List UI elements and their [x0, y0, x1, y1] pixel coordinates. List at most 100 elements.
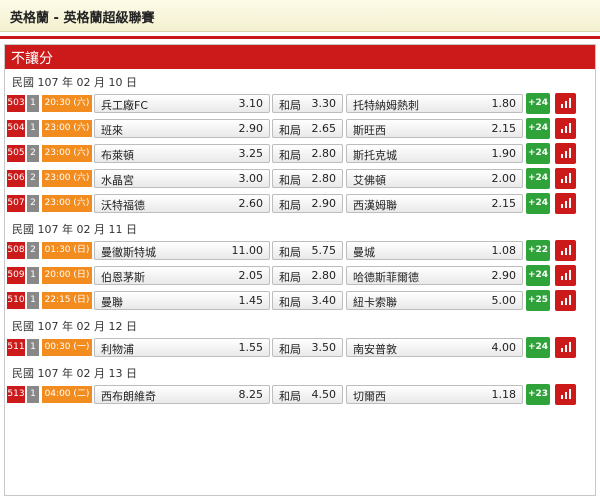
- draw-label: 和局: [279, 99, 301, 112]
- draw-odds-button[interactable]: 和局 2.80: [272, 266, 343, 285]
- more-bets-button[interactable]: +24: [526, 265, 550, 286]
- home-win-odds-button[interactable]: 布萊頓 3.25: [94, 144, 270, 163]
- more-bets-button[interactable]: +23: [526, 384, 550, 405]
- away-odds: 1.08: [491, 244, 517, 257]
- draw-odds-button[interactable]: 和局 2.80: [272, 144, 343, 163]
- home-odds: 8.25: [238, 388, 264, 401]
- away-odds: 1.90: [491, 147, 517, 160]
- more-bets-button[interactable]: +24: [526, 193, 550, 214]
- home-odds: 2.90: [238, 122, 264, 135]
- away-win-odds-button[interactable]: 斯托克城 1.90: [346, 144, 523, 163]
- draw-odds-button[interactable]: 和局 2.80: [272, 169, 343, 188]
- stats-button[interactable]: [555, 118, 576, 139]
- home-team: 利物浦: [101, 343, 134, 356]
- draw-label: 和局: [279, 199, 301, 212]
- home-win-odds-button[interactable]: 伯恩茅斯 2.05: [94, 266, 270, 285]
- home-win-odds-button[interactable]: 利物浦 1.55: [94, 338, 270, 357]
- league-badge: 1: [27, 95, 39, 112]
- away-odds: 1.18: [491, 388, 517, 401]
- away-odds: 1.80: [491, 97, 517, 110]
- home-team: 沃特福德: [101, 199, 145, 212]
- match-number: 507: [7, 195, 25, 212]
- page-header: 英格蘭 - 英格蘭超級聯賽: [0, 0, 600, 32]
- away-win-odds-button[interactable]: 斯旺西 2.15: [346, 119, 523, 138]
- away-team: 切爾西: [353, 390, 386, 403]
- more-bets-button[interactable]: +24: [526, 93, 550, 114]
- bar-chart-icon: [555, 270, 576, 280]
- stats-button[interactable]: [555, 168, 576, 189]
- home-team: 曼聯: [101, 296, 123, 309]
- match-row: 507 2 23:00 (六) 沃特福德 2.60 和局 2.90 西漢姆聯 2…: [5, 191, 595, 216]
- more-bets-button[interactable]: +24: [526, 118, 550, 139]
- kickoff-time: 20:00 (日): [42, 267, 92, 284]
- more-bets-button[interactable]: +24: [526, 143, 550, 164]
- draw-odds-button[interactable]: 和局 3.50: [272, 338, 343, 357]
- draw-odds-button[interactable]: 和局 2.65: [272, 119, 343, 138]
- kickoff-time: 23:00 (六): [42, 120, 92, 137]
- kickoff-time: 00:30 (一): [42, 339, 92, 356]
- away-win-odds-button[interactable]: 艾佛頓 2.00: [346, 169, 523, 188]
- away-win-odds-button[interactable]: 哈德斯菲爾德 2.90: [346, 266, 523, 285]
- away-win-odds-button[interactable]: 西漢姆聯 2.15: [346, 194, 523, 213]
- date-heading: 民國 107 年 02 月 13 日: [12, 367, 137, 380]
- stats-button[interactable]: [555, 143, 576, 164]
- away-odds: 2.15: [491, 197, 517, 210]
- league-badge: 2: [27, 170, 39, 187]
- kickoff-time: 20:30 (六): [42, 95, 92, 112]
- away-team: 曼城: [353, 246, 375, 259]
- league-badge: 1: [27, 386, 39, 403]
- draw-odds-button[interactable]: 和局 5.75: [272, 241, 343, 260]
- away-team: 斯旺西: [353, 124, 386, 137]
- kickoff-time: 23:00 (六): [42, 145, 92, 162]
- home-win-odds-button[interactable]: 水晶宮 3.00: [94, 169, 270, 188]
- away-odds: 2.00: [491, 172, 517, 185]
- stats-button[interactable]: [555, 240, 576, 261]
- home-odds: 1.55: [238, 341, 264, 354]
- draw-odds: 5.75: [311, 244, 337, 257]
- panel-header: 不讓分: [5, 45, 595, 69]
- more-bets-button[interactable]: +24: [526, 168, 550, 189]
- draw-odds: 3.30: [311, 97, 337, 110]
- more-bets-button[interactable]: +24: [526, 337, 550, 358]
- match-row: 513 1 04:00 (二) 西布朗維奇 8.25 和局 4.50 切爾西 1…: [5, 382, 595, 407]
- bar-chart-icon: [555, 389, 576, 399]
- stats-button[interactable]: [555, 290, 576, 311]
- more-bets-button[interactable]: +22: [526, 240, 550, 261]
- league-badge: 1: [27, 292, 39, 309]
- match-number: 510: [7, 292, 25, 309]
- home-win-odds-button[interactable]: 曼徹斯特城 11.00: [94, 241, 270, 260]
- home-team: 伯恩茅斯: [101, 271, 145, 284]
- more-bets-button[interactable]: +25: [526, 290, 550, 311]
- stats-button[interactable]: [555, 193, 576, 214]
- home-win-odds-button[interactable]: 沃特福德 2.60: [94, 194, 270, 213]
- match-row: 504 1 23:00 (六) 班來 2.90 和局 2.65 斯旺西 2.15…: [5, 116, 595, 141]
- bar-chart-icon: [555, 173, 576, 183]
- draw-label: 和局: [279, 246, 301, 259]
- match-number: 506: [7, 170, 25, 187]
- home-win-odds-button[interactable]: 曼聯 1.45: [94, 291, 270, 310]
- stats-button[interactable]: [555, 337, 576, 358]
- away-win-odds-button[interactable]: 曼城 1.08: [346, 241, 523, 260]
- away-win-odds-button[interactable]: 紐卡索聯 5.00: [346, 291, 523, 310]
- away-team: 紐卡索聯: [353, 296, 397, 309]
- home-odds: 11.00: [231, 244, 264, 257]
- draw-label: 和局: [279, 343, 301, 356]
- stats-button[interactable]: [555, 265, 576, 286]
- match-number: 504: [7, 120, 25, 137]
- home-win-odds-button[interactable]: 西布朗維奇 8.25: [94, 385, 270, 404]
- draw-odds-button[interactable]: 和局 3.40: [272, 291, 343, 310]
- home-win-odds-button[interactable]: 班來 2.90: [94, 119, 270, 138]
- bar-chart-icon: [555, 148, 576, 158]
- away-win-odds-button[interactable]: 切爾西 1.18: [346, 385, 523, 404]
- match-row: 506 2 23:00 (六) 水晶宮 3.00 和局 2.80 艾佛頓 2.0…: [5, 166, 595, 191]
- stats-button[interactable]: [555, 93, 576, 114]
- bar-chart-icon: [555, 198, 576, 208]
- draw-odds-button[interactable]: 和局 3.30: [272, 94, 343, 113]
- draw-odds-button[interactable]: 和局 2.90: [272, 194, 343, 213]
- away-win-odds-button[interactable]: 托特納姆熱刺 1.80: [346, 94, 523, 113]
- away-win-odds-button[interactable]: 南安普敦 4.00: [346, 338, 523, 357]
- stats-button[interactable]: [555, 384, 576, 405]
- draw-odds-button[interactable]: 和局 4.50: [272, 385, 343, 404]
- home-win-odds-button[interactable]: 兵工廠FC 3.10: [94, 94, 270, 113]
- home-team: 曼徹斯特城: [101, 246, 156, 259]
